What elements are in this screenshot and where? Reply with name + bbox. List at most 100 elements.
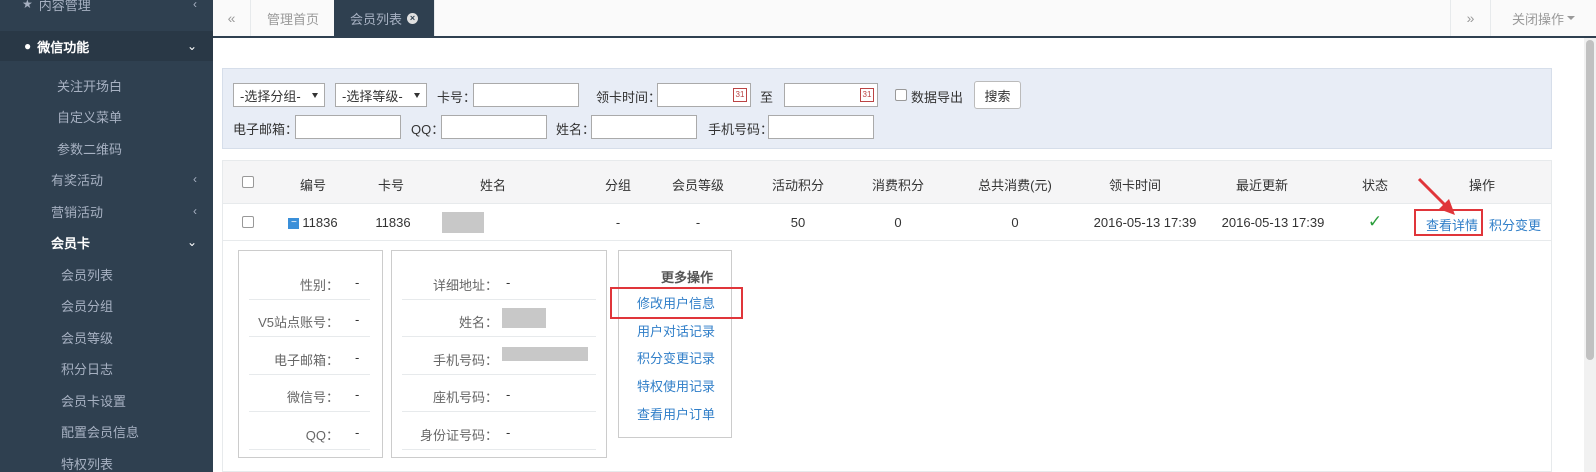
detail-row: 性别： - bbox=[249, 263, 370, 300]
detail-value: - bbox=[355, 350, 360, 365]
level-select-value: -选择等级- bbox=[342, 88, 403, 104]
chevron-left-icon: ‹ bbox=[193, 204, 197, 218]
detail-label: 详细地址： bbox=[432, 278, 498, 293]
annotation-arrow-icon bbox=[1417, 177, 1455, 215]
calendar-icon[interactable]: 31 bbox=[733, 88, 747, 102]
sidebar-item-member-config[interactable]: 配置会员信息 bbox=[0, 416, 213, 446]
email-input[interactable] bbox=[295, 115, 401, 139]
group-select-value: -选择分组- bbox=[240, 88, 301, 104]
tab-next-button[interactable]: » bbox=[1450, 0, 1490, 36]
sidebar-item-label: 关注开场白 bbox=[57, 78, 123, 94]
detail-value: - bbox=[506, 275, 511, 290]
sidebar-item-custom-menu[interactable]: 自定义菜单 bbox=[0, 101, 213, 131]
status-check-icon: ✓ bbox=[1367, 212, 1383, 231]
row-group: - bbox=[615, 215, 621, 230]
detail-label: 身份证号码： bbox=[419, 428, 498, 443]
sidebar-item-member-list[interactable]: 会员列表 bbox=[0, 259, 213, 289]
detail-value: - bbox=[355, 312, 360, 327]
detail-row: 身份证号码： - bbox=[402, 413, 596, 450]
table-row: −11836 11836 - - 50 0 0 2016-05-13 17:39… bbox=[223, 204, 1551, 241]
privilege-log-link[interactable]: 特权使用记录 bbox=[637, 376, 715, 395]
qq-input[interactable] bbox=[441, 115, 547, 139]
sidebar-item-qrcode[interactable]: 参数二维码 bbox=[0, 133, 213, 163]
row-id-value: 11836 bbox=[302, 215, 338, 230]
sidebar-item-wechat[interactable]: ● 微信功能 ⌄ bbox=[0, 31, 213, 61]
sidebar-item-card-settings[interactable]: 会员卡设置 bbox=[0, 385, 213, 415]
col-header: 会员等级 bbox=[671, 178, 724, 193]
row-level: - bbox=[695, 215, 701, 230]
points-change-link[interactable]: 积分变更 bbox=[1487, 215, 1543, 234]
tab-home[interactable]: 管理首页 bbox=[251, 0, 337, 36]
detail-label: 微信号： bbox=[286, 390, 339, 405]
col-header: 编号 bbox=[299, 178, 326, 193]
phone-input[interactable] bbox=[768, 115, 874, 139]
detail-row: 微信号： - bbox=[249, 375, 370, 412]
select-all-checkbox[interactable] bbox=[242, 176, 254, 188]
detail-value: - bbox=[506, 425, 511, 440]
tab-member-list[interactable]: 会员列表 × bbox=[334, 0, 436, 36]
sidebar-item-label: 营销活动 bbox=[51, 204, 104, 220]
sidebar-item-member-level[interactable]: 会员等级 bbox=[0, 322, 213, 352]
export-checkbox[interactable] bbox=[895, 89, 907, 101]
detail-value: - bbox=[506, 387, 511, 402]
sidebar: ★ 内容管理 ‹ ● 微信功能 ⌄ 关注开场白 自定义菜单 参数二维码 有奖活动… bbox=[0, 0, 213, 472]
detail-label: 姓名： bbox=[458, 315, 498, 330]
col-header: 姓名 bbox=[479, 178, 506, 193]
sidebar-item-label: 会员列表 bbox=[61, 267, 114, 283]
group-select[interactable]: -选择分组- bbox=[233, 83, 325, 107]
cardtime-end-input[interactable]: 31 bbox=[784, 83, 878, 107]
detail-row: 手机号码： bbox=[402, 338, 596, 375]
detail-row: QQ： - bbox=[249, 413, 370, 450]
col-header: 卡号 bbox=[377, 178, 404, 193]
detail-label: V5站点账号： bbox=[258, 315, 339, 330]
sidebar-item-points-log[interactable]: 积分日志 bbox=[0, 353, 213, 383]
user-chat-log-link[interactable]: 用户对话记录 bbox=[637, 321, 715, 340]
detail-panel-basic: 性别： - V5站点账号： - 电子邮箱： - 微信号： - QQ： - bbox=[238, 250, 383, 458]
search-panel: -选择分组- -选择等级- 卡号： 领卡时间： 31 至 31 数据导出 搜索 … bbox=[222, 68, 1552, 149]
sidebar-item-welcome[interactable]: 关注开场白 bbox=[0, 70, 213, 100]
sidebar-item-label: 内容管理 bbox=[38, 0, 91, 13]
row-total-spent: 0 bbox=[1011, 215, 1019, 230]
sidebar-item-privileges[interactable]: 特权列表 bbox=[0, 448, 213, 472]
to-label: 至 bbox=[760, 90, 774, 105]
detail-label: QQ： bbox=[305, 428, 339, 443]
sidebar-item-content-mgmt[interactable]: ★ 内容管理 ‹ bbox=[0, 0, 213, 19]
cardtime-start-input[interactable]: 31 bbox=[657, 83, 751, 107]
row-id[interactable]: −11836 bbox=[283, 215, 343, 230]
qq-label: QQ： bbox=[411, 122, 445, 137]
row-checkbox[interactable] bbox=[242, 216, 254, 228]
col-header: 领卡时间 bbox=[1108, 178, 1161, 193]
calendar-icon[interactable]: 31 bbox=[860, 88, 874, 102]
card-input[interactable] bbox=[473, 83, 579, 107]
sidebar-item-rewards[interactable]: 有奖活动 ‹ bbox=[0, 164, 213, 194]
points-log-link[interactable]: 积分变更记录 bbox=[637, 348, 715, 367]
name-input[interactable] bbox=[591, 115, 697, 139]
collapse-icon[interactable]: − bbox=[288, 218, 300, 230]
phone-label: 手机号码： bbox=[708, 122, 774, 137]
dropdown-arrow-icon bbox=[414, 93, 420, 98]
detail-label: 座机号码： bbox=[432, 390, 498, 405]
search-button[interactable]: 搜索 bbox=[974, 81, 1021, 109]
row-card-time: 2016-05-13 17:39 bbox=[1093, 215, 1197, 230]
close-icon[interactable]: × bbox=[407, 12, 419, 24]
user-orders-link[interactable]: 查看用户订单 bbox=[637, 404, 715, 423]
cardtime-label: 领卡时间： bbox=[596, 90, 662, 105]
sidebar-item-label: 特权列表 bbox=[61, 456, 114, 472]
sidebar-item-label: 参数二维码 bbox=[57, 141, 123, 157]
chevron-left-icon: ‹ bbox=[193, 0, 197, 11]
detail-row: 座机号码： - bbox=[402, 375, 596, 412]
scrollbar-thumb[interactable] bbox=[1586, 40, 1594, 360]
sidebar-item-label: 积分日志 bbox=[61, 361, 114, 377]
detail-row: 电子邮箱： - bbox=[249, 338, 370, 375]
vertical-scrollbar[interactable] bbox=[1584, 38, 1596, 472]
sidebar-item-label: 会员卡 bbox=[51, 235, 91, 251]
level-select[interactable]: -选择等级- bbox=[335, 83, 427, 107]
tab-prev-button[interactable]: « bbox=[213, 0, 251, 36]
sidebar-item-label: 会员分组 bbox=[61, 298, 114, 314]
sidebar-item-member-group[interactable]: 会员分组 bbox=[0, 290, 213, 320]
detail-value: - bbox=[355, 275, 360, 290]
close-ops-dropdown[interactable]: 关闭操作 bbox=[1490, 0, 1596, 36]
sidebar-item-marketing[interactable]: 营销活动 ‹ bbox=[0, 196, 213, 226]
col-header: 消费积分 bbox=[871, 178, 924, 193]
sidebar-item-membercard[interactable]: 会员卡 ⌄ bbox=[0, 227, 213, 257]
